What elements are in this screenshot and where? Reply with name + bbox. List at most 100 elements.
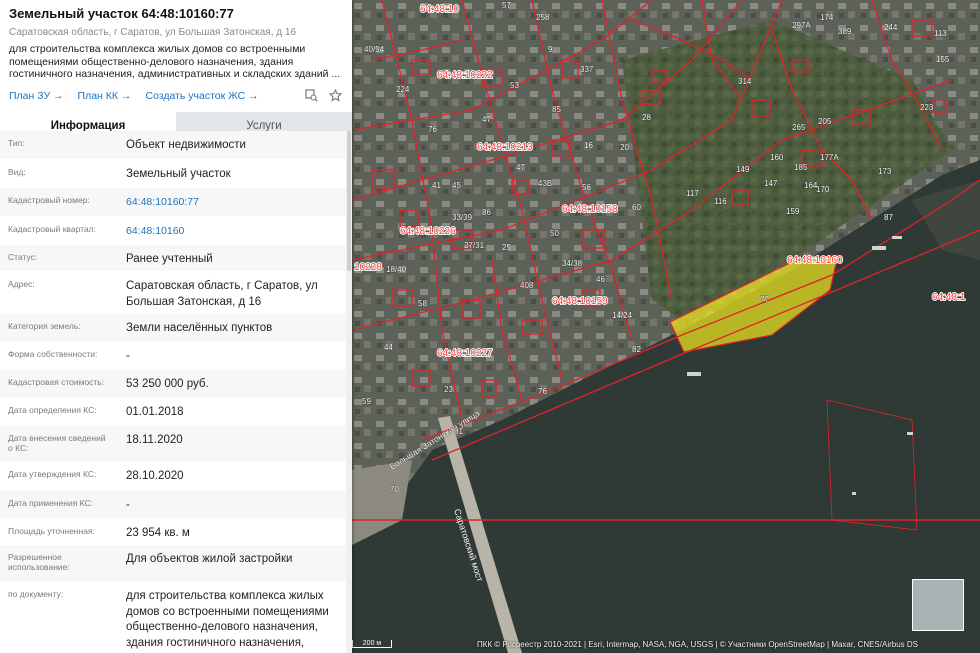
row-label: по документу:: [8, 589, 64, 599]
panel-scrollbar[interactable]: [346, 131, 352, 653]
parcel-number: 408: [520, 281, 534, 290]
parcel-number: 297A: [792, 21, 811, 30]
parcel-number: 389: [838, 27, 852, 36]
cadastral-number-link[interactable]: 64:48:10160:77: [118, 188, 346, 216]
parcel-number: 16: [584, 141, 593, 150]
table-row: Дата внесения сведений о КС: 18.11.2020: [0, 426, 346, 462]
parcel-number: 45: [452, 181, 461, 190]
create-zhs-link[interactable]: Создать участок ЖС →: [145, 90, 258, 102]
row-value: 28.10.2020: [126, 470, 184, 482]
parcel-number: 117: [686, 189, 699, 198]
parcel-number: 81: [454, 427, 463, 436]
row-label: Категория земель:: [8, 321, 81, 331]
table-row: Дата определения КС: 01.01.2018: [0, 398, 346, 426]
row-value: 18.11.2020: [126, 434, 183, 446]
parcel-number: 224: [396, 85, 410, 94]
parcel-number: 50: [550, 229, 559, 238]
parcel-number: 27/31: [464, 241, 485, 250]
parcel-number: 147: [764, 179, 778, 188]
cadastral-label: 64:48:10222: [437, 70, 493, 81]
cadastral-label: 64:48:10158: [562, 204, 618, 215]
row-label: Форма собственности:: [8, 349, 98, 359]
row-label: Площадь уточненная:: [8, 526, 95, 536]
parcel-number: 258: [536, 13, 550, 22]
panel-header: Земельный участок 64:48:10160:77 Саратов…: [0, 0, 352, 104]
scrollbar-thumb[interactable]: [347, 131, 351, 271]
row-label: Дата утверждения КС:: [8, 469, 97, 479]
parcel-number: 155: [936, 55, 950, 64]
row-value: -: [126, 350, 130, 362]
table-row: Статус: Ранее учтенный: [0, 245, 346, 272]
parcel-number: 82: [632, 345, 641, 354]
row-label: Адрес:: [8, 279, 35, 289]
info-panel: Земельный участок 64:48:10160:77 Саратов…: [0, 0, 352, 653]
cadastral-label: 64:48:10160: [787, 255, 843, 266]
parcel-number: 174: [820, 13, 834, 22]
parcel-number: 46: [596, 275, 605, 284]
row-label: Статус:: [8, 252, 38, 262]
attribute-table: Тип: Объект недвижимости Вид: Земельный уч…: [0, 131, 346, 653]
parcel-number: 47: [482, 115, 491, 124]
row-label: Дата определения КС:: [8, 405, 97, 415]
basemap-switcher[interactable]: [912, 579, 964, 631]
object-title: Земельный участок 64:48:10160:77: [9, 6, 234, 21]
zoom-to-icon[interactable]: [303, 88, 319, 104]
row-value: для строительства комплекса жилых домов …: [126, 590, 329, 649]
parcel-number: 43B: [538, 179, 552, 188]
star-icon[interactable]: [327, 88, 343, 104]
parcel-number: 60: [632, 203, 641, 212]
parcel-number: 205: [818, 117, 832, 126]
parcel-number: 34/38: [562, 259, 583, 268]
table-row: Категория земель: Земли населённых пункто…: [0, 314, 346, 342]
row-value: Объект недвижимости: [126, 139, 246, 151]
row-value: Саратовская область, г Саратов, ул Больш…: [126, 280, 318, 308]
map-canvas[interactable]: 64:48:10222 64:48:10213 64:48:10158 64:4…: [352, 0, 980, 653]
action-links: План ЗУ → План КК → Создать участок ЖС →: [9, 88, 343, 104]
row-label: Кадастровый квартал:: [8, 224, 96, 234]
cadastral-quarter-link[interactable]: 64:48:10160: [118, 217, 346, 244]
row-label: Дата применения КС:: [8, 498, 94, 508]
cadastral-label: 64:48:10227: [437, 348, 493, 359]
parcel-number: 86: [482, 208, 491, 217]
map-view[interactable]: 64:48:10222 64:48:10213 64:48:10158 64:4…: [352, 0, 980, 653]
table-row: Кадастровый квартал: 64:48:10160: [0, 217, 346, 245]
table-row: Адрес: Саратовская область, г Саратов, ул…: [0, 272, 346, 314]
parcel-number: 14/24: [612, 311, 633, 320]
cadastral-label: 10228: [354, 262, 382, 273]
parcel-number: 20: [620, 143, 629, 152]
parcel-number: 244: [884, 23, 898, 32]
cadastral-label: 64:48:10226: [400, 226, 456, 237]
row-label: Кадастровый номер:: [8, 195, 90, 205]
table-row: Кадастровая стоимость: 53 250 000 руб.: [0, 370, 346, 398]
parcel-number: 70: [390, 485, 399, 494]
object-address: Саратовская область, г Саратов, ул Больш…: [9, 27, 297, 38]
cadastral-label: 64:48:10159: [552, 296, 608, 307]
parcel-number: 25: [502, 243, 511, 252]
cadastral-label: 64:48:1: [932, 292, 966, 303]
table-row: Тип: Объект недвижимости: [0, 131, 346, 160]
parcel-number: 170: [816, 185, 830, 194]
row-label: Дата внесения сведений о КС:: [8, 433, 106, 453]
plan-kk-link[interactable]: План КК →: [78, 90, 132, 102]
parcel-number: 87: [884, 213, 893, 222]
cadastral-label: 64:48:10213: [477, 142, 533, 153]
parcel-number: 337: [580, 65, 594, 74]
parcel-number: 77: [760, 295, 769, 304]
parcel-number: 159: [786, 207, 800, 216]
row-label: Тип:: [8, 138, 25, 148]
row-value: Для объектов жилой застройки: [126, 553, 293, 565]
row-value: Земельный участок: [126, 168, 231, 180]
parcel-number: 149: [736, 165, 750, 174]
table-row: Разрешенное использование: Для объектов ж…: [0, 545, 346, 582]
parcel-number: 9: [548, 45, 553, 54]
table-row: по документу: для строительства комплекса…: [0, 582, 346, 653]
parcel-number: 18/40: [386, 265, 407, 274]
plan-zu-link[interactable]: План ЗУ →: [9, 90, 64, 102]
map-attribution: ПКК © Росреестр 2010-2021 | Esri, Interm…: [477, 640, 919, 649]
parcel-number: 23: [444, 385, 453, 394]
row-value: Ранее учтенный: [126, 253, 213, 265]
parcel-number: 223: [920, 103, 934, 112]
parcel-number: 173: [878, 167, 892, 176]
parcel-number: 314: [738, 77, 752, 86]
table-row: Форма собственности: -: [0, 342, 346, 370]
